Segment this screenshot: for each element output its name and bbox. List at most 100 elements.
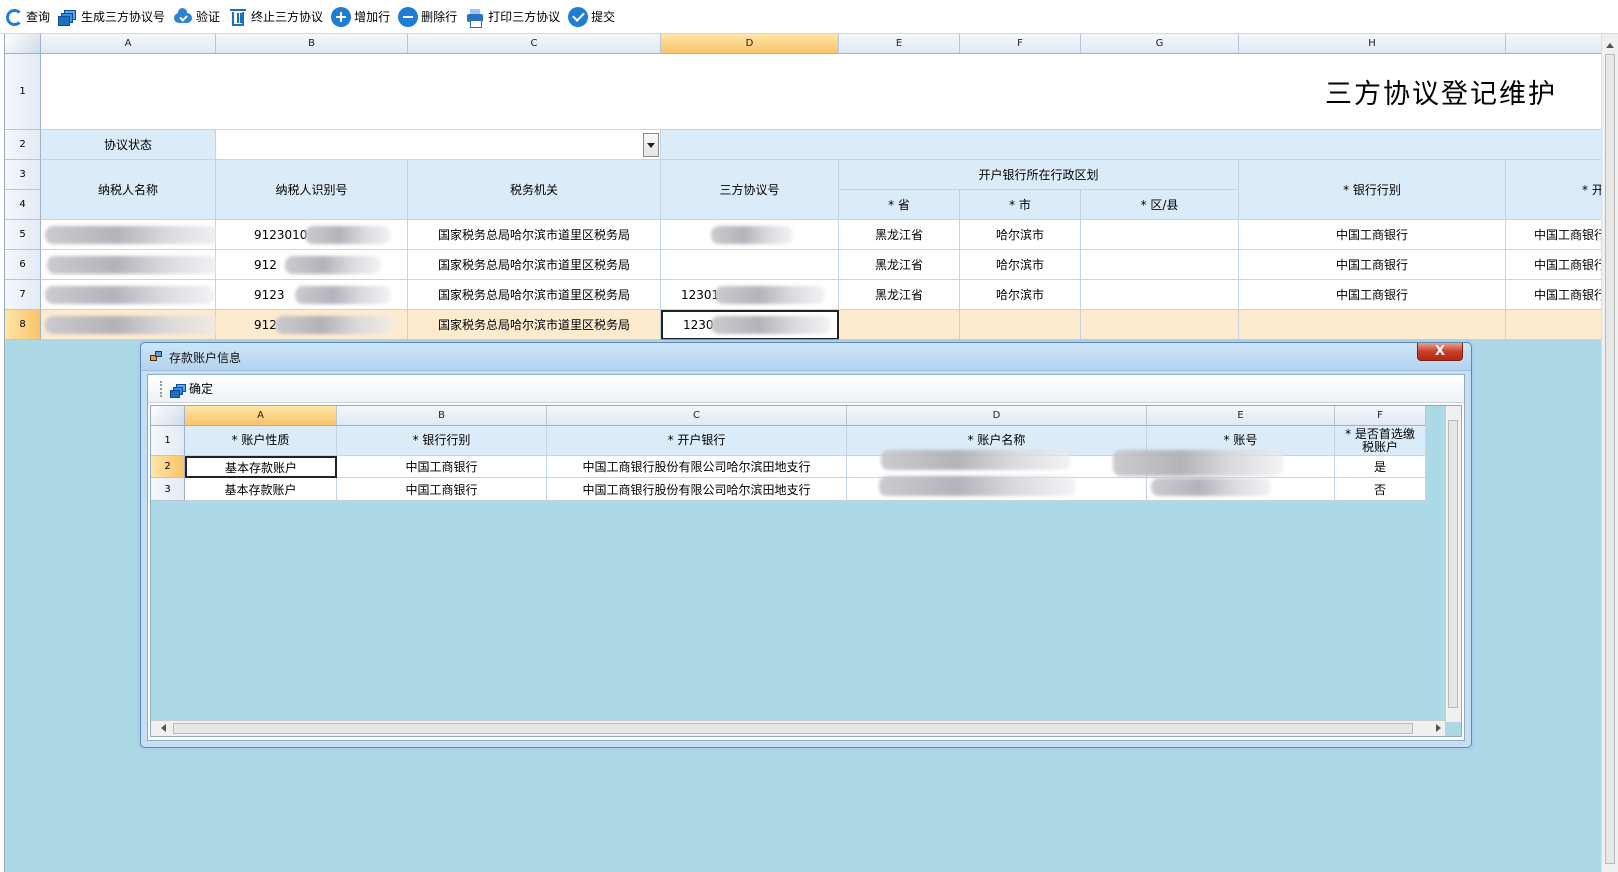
grid-cell-type-r3[interactable]: 基本存款账户 [185, 478, 337, 501]
col-header-e[interactable]: E [839, 34, 960, 54]
row-header-8[interactable]: 8 [5, 310, 41, 340]
cell-city-r6[interactable]: 哈尔滨市 [960, 250, 1081, 280]
redacted-blur [879, 476, 1075, 496]
status-label: 协议状态 [41, 130, 216, 160]
cell-district-r6[interactable] [1081, 250, 1239, 280]
cell-office-r8[interactable]: 国家税务总局哈尔滨市道里区税务局 [408, 310, 661, 340]
col-header-f[interactable]: F [960, 34, 1081, 54]
col-header-d[interactable]: D [661, 34, 839, 54]
grid-vscroll-thumb[interactable] [1448, 420, 1458, 708]
close-button[interactable]: X [1417, 343, 1463, 361]
col-header-g[interactable]: G [1081, 34, 1239, 54]
grid-col-header-f[interactable]: F [1335, 406, 1426, 426]
cell-city-r8[interactable] [960, 310, 1081, 340]
grid-cell-bank-r3[interactable]: 中国工商银行 [337, 478, 547, 501]
grid-header-preferred: * 是否首选缴 税账户 [1335, 426, 1426, 456]
status-dropdown-arrow-icon[interactable] [643, 133, 659, 157]
grid-cell-bank-r2[interactable]: 中国工商银行 [337, 456, 547, 478]
grid-header-preferred-line2: 税账户 [1361, 439, 1398, 454]
delete-row-label: 删除行 [421, 10, 458, 24]
redacted-blur [295, 286, 391, 304]
dialog-titlebar[interactable]: 存款账户信息 X [141, 343, 1471, 371]
grid-row-header-1[interactable]: 1 [151, 426, 185, 456]
cell-province-r7[interactable]: 黑龙江省 [839, 280, 960, 310]
print-agreement-button[interactable]: 打印三方协议 [463, 4, 566, 30]
grid-col-header-a[interactable]: A [185, 406, 337, 426]
col-header-c[interactable]: C [408, 34, 661, 54]
verify-button[interactable]: 验证 [171, 4, 226, 30]
col-header-a[interactable]: A [41, 34, 216, 54]
col-header-extra[interactable] [1506, 34, 1602, 54]
cell-office-r5[interactable]: 国家税务总局哈尔滨市道里区税务局 [408, 220, 661, 250]
cell-city-r5[interactable]: 哈尔滨市 [960, 220, 1081, 250]
grid-cell-preferred-r3[interactable]: 否 [1335, 478, 1426, 501]
scroll-thumb[interactable] [1605, 54, 1615, 864]
grid-row-header-3[interactable]: 3 [151, 478, 185, 501]
query-button[interactable]: 查询 [4, 4, 56, 30]
cell-next-r7[interactable]: 中国工商银行 [1506, 280, 1602, 310]
delete-row-button[interactable]: 删除行 [396, 4, 463, 30]
add-row-button[interactable]: 增加行 [329, 4, 396, 30]
cell-bank-r5[interactable]: 中国工商银行 [1239, 220, 1506, 250]
cell-district-r8[interactable] [1081, 310, 1239, 340]
cell-bank-r7[interactable]: 中国工商银行 [1239, 280, 1506, 310]
row-header-2[interactable]: 2 [5, 130, 41, 160]
grid-cell-branch-r2[interactable]: 中国工商银行股份有限公司哈尔滨田地支行 [547, 456, 847, 478]
grid-col-header-d[interactable]: D [847, 406, 1147, 426]
select-all-corner[interactable] [5, 34, 41, 54]
cell-province-r8[interactable] [839, 310, 960, 340]
grid-header-account-type: * 账户性质 [185, 426, 337, 456]
header-taxpayer-id: 纳税人识别号 [216, 160, 408, 220]
sheet-vertical-scrollbar[interactable] [1601, 34, 1618, 872]
scroll-left-icon[interactable] [161, 724, 166, 732]
cell-agreement-r6[interactable] [661, 250, 839, 280]
cell-bank-r6[interactable]: 中国工商银行 [1239, 250, 1506, 280]
cell-office-r7[interactable]: 国家税务总局哈尔滨市道里区税务局 [408, 280, 661, 310]
cell-district-r5[interactable] [1081, 220, 1239, 250]
cell-next-r6[interactable]: 中国工商银行 [1506, 250, 1602, 280]
dialog-toolbar: 确定 [148, 375, 1464, 403]
terminate-agreement-button[interactable]: 终止三方协议 [226, 4, 329, 30]
scroll-right-icon[interactable] [1436, 724, 1441, 732]
grid-cell-type-r2[interactable]: 基本存款账户 [185, 456, 337, 478]
dialog-title: 存款账户信息 [169, 351, 242, 365]
grid-cell-branch-r3[interactable]: 中国工商银行股份有限公司哈尔滨田地支行 [547, 478, 847, 501]
redacted-blur [47, 256, 219, 274]
row-header-3[interactable]: 3 [5, 160, 41, 190]
row-header-7[interactable]: 7 [5, 280, 41, 310]
grid-col-header-b[interactable]: B [337, 406, 547, 426]
cell-province-r6[interactable]: 黑龙江省 [839, 250, 960, 280]
cell-next-r5[interactable]: 中国工商银行 [1506, 220, 1602, 250]
col-header-h[interactable]: H [1239, 34, 1506, 54]
submit-button[interactable]: 提交 [566, 4, 621, 30]
grid-col-header-e[interactable]: E [1147, 406, 1335, 426]
confirm-label: 确定 [189, 382, 214, 396]
header-taxpayer-name: 纳税人名称 [41, 160, 216, 220]
cell-province-r5[interactable]: 黑龙江省 [839, 220, 960, 250]
cell-city-r7[interactable]: 哈尔滨市 [960, 280, 1081, 310]
cell-bank-r8[interactable] [1239, 310, 1506, 340]
cell-office-r6[interactable]: 国家税务总局哈尔滨市道里区税务局 [408, 250, 661, 280]
scroll-up-icon[interactable] [1604, 38, 1616, 52]
grid-col-header-c[interactable]: C [547, 406, 847, 426]
grid-hscroll-thumb[interactable] [173, 723, 1413, 734]
cell-next-r8[interactable] [1506, 310, 1602, 340]
generate-agreement-no-button[interactable]: 生成三方协议号 [56, 4, 171, 30]
redacted-blur [711, 316, 831, 334]
grid-horizontal-scrollbar[interactable] [151, 720, 1445, 736]
row-header-5[interactable]: 5 [5, 220, 41, 250]
refresh-icon [6, 8, 23, 26]
status-select[interactable] [216, 130, 661, 160]
cell-district-r7[interactable] [1081, 280, 1239, 310]
row-header-6[interactable]: 6 [5, 250, 41, 280]
grid-header-bank-category: * 银行行别 [337, 426, 547, 456]
header-province: * 省 [839, 190, 960, 220]
grid-cell-preferred-r2[interactable]: 是 [1335, 456, 1426, 478]
row-header-4[interactable]: 4 [5, 190, 41, 220]
col-header-b[interactable]: B [216, 34, 408, 54]
grid-vertical-scrollbar[interactable] [1445, 406, 1461, 722]
grid-select-all-corner[interactable] [151, 406, 185, 426]
row-header-1[interactable]: 1 [5, 54, 41, 130]
confirm-button[interactable]: 确定 [168, 376, 219, 402]
grid-row-header-2[interactable]: 2 [151, 456, 185, 478]
